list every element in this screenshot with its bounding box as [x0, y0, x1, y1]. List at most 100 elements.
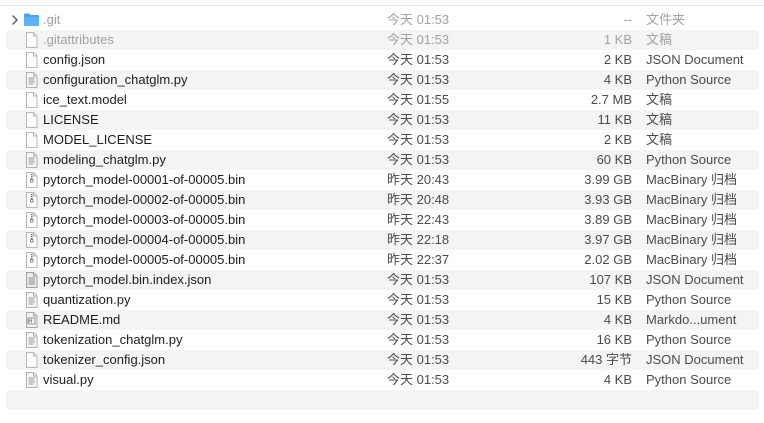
binary-icon: [23, 212, 40, 228]
file-list: .git 今天 01:53 -- 文件夹 .gitattributes 今天 0…: [0, 10, 764, 410]
file-row[interactable]: .git 今天 01:53 -- 文件夹: [6, 10, 759, 30]
file-row[interactable]: configuration_chatglm.py 今天 01:53 4 KB P…: [6, 70, 759, 90]
file-name: tokenization_chatglm.py: [43, 332, 183, 347]
file-name: pytorch_model-00001-of-00005.bin: [43, 172, 246, 187]
file-name: .git: [43, 12, 61, 27]
file-row[interactable]: LICENSE 今天 01:53 11 KB 文稿: [6, 110, 759, 130]
file-row[interactable]: ice_text.model 今天 01:55 2.7 MB 文稿: [6, 90, 759, 110]
file-date-modified: 昨天 22:43: [387, 212, 450, 227]
file-date-modified: 今天 01:53: [387, 312, 450, 327]
file-date-modified: 今天 01:53: [387, 72, 450, 87]
file-name: ice_text.model: [43, 92, 127, 107]
file-row[interactable]: MODEL_LICENSE 今天 01:53 2 KB 文稿: [6, 130, 759, 150]
file-date-modified: 今天 01:53: [387, 32, 450, 47]
file-name: .gitattributes: [43, 32, 114, 47]
file-date-modified: 今天 01:53: [387, 352, 450, 367]
file-size: 3.97 GB: [584, 232, 632, 247]
file-kind: MacBinary 归档: [646, 232, 738, 247]
file-name: pytorch_model-00004-of-00005.bin: [43, 232, 246, 247]
file-size: 4 KB: [603, 312, 632, 327]
file-size: 4 KB: [603, 72, 632, 87]
file-date-modified: 今天 01:53: [387, 152, 450, 167]
file-name: pytorch_model.bin.index.json: [43, 272, 212, 287]
file-size: 1 KB: [603, 32, 632, 47]
file-date-modified: 昨天 20:43: [387, 172, 450, 187]
file-kind: 文稿: [646, 32, 673, 47]
file-kind: Python Source: [646, 372, 732, 387]
window-top-edge: [0, 0, 764, 6]
file-size: 2 KB: [603, 52, 632, 67]
empty-list-row: [6, 390, 759, 410]
file-size: 3.89 GB: [584, 212, 632, 227]
binary-icon: [23, 172, 40, 188]
file-size: 16 KB: [596, 332, 632, 347]
disclosure-chevron-icon[interactable]: [9, 10, 21, 30]
file-kind: MacBinary 归档: [646, 172, 738, 187]
file-row[interactable]: .gitattributes 今天 01:53 1 KB 文稿: [6, 30, 759, 50]
document-icon: [23, 112, 40, 128]
file-row[interactable]: tokenization_chatglm.py 今天 01:53 16 KB P…: [6, 330, 759, 350]
file-date-modified: 今天 01:55: [387, 92, 450, 107]
file-row[interactable]: config.json 今天 01:53 2 KB JSON Document: [6, 50, 759, 70]
file-kind: 文稿: [646, 112, 673, 127]
file-kind: JSON Document: [646, 272, 744, 287]
file-row[interactable]: pytorch_model-00005-of-00005.bin 昨天 22:3…: [6, 250, 759, 270]
file-size: 2.02 GB: [584, 252, 632, 267]
file-size: 107 KB: [589, 272, 632, 287]
file-date-modified: 今天 01:53: [387, 12, 450, 27]
document-icon: [23, 92, 40, 108]
script-icon: [23, 292, 40, 308]
file-date-modified: 今天 01:53: [387, 372, 450, 387]
file-name: visual.py: [43, 372, 94, 387]
file-date-modified: 今天 01:53: [387, 292, 450, 307]
file-row[interactable]: pytorch_model.bin.index.json 今天 01:53 10…: [6, 270, 759, 290]
script-icon: [23, 72, 40, 88]
file-kind: Python Source: [646, 152, 732, 167]
file-row[interactable]: pytorch_model-00001-of-00005.bin 昨天 20:4…: [6, 170, 759, 190]
json-icon: [23, 272, 40, 288]
document-icon: [23, 52, 40, 68]
file-kind: Markdo...ument: [646, 312, 737, 327]
file-date-modified: 今天 01:53: [387, 332, 450, 347]
file-name: pytorch_model-00002-of-00005.bin: [43, 192, 246, 207]
file-row[interactable]: pytorch_model-00004-of-00005.bin 昨天 22:1…: [6, 230, 759, 250]
file-name: pytorch_model-00005-of-00005.bin: [43, 252, 246, 267]
file-kind: Python Source: [646, 292, 732, 307]
file-date-modified: 今天 01:53: [387, 132, 450, 147]
file-row[interactable]: pytorch_model-00002-of-00005.bin 昨天 20:4…: [6, 190, 759, 210]
folder-icon: [23, 12, 40, 28]
binary-icon: [23, 252, 40, 268]
file-kind: MacBinary 归档: [646, 192, 738, 207]
file-name: MODEL_LICENSE: [43, 132, 153, 147]
file-size: 3.93 GB: [584, 192, 632, 207]
file-date-modified: 今天 01:53: [387, 52, 450, 67]
file-kind: 文件夹: [646, 12, 686, 27]
file-name: pytorch_model-00003-of-00005.bin: [43, 212, 246, 227]
file-kind: MacBinary 归档: [646, 252, 738, 267]
document-icon: [23, 32, 40, 48]
file-row[interactable]: visual.py 今天 01:53 4 KB Python Source: [6, 370, 759, 390]
file-size: 11 KB: [597, 112, 632, 127]
file-date-modified: 今天 01:53: [387, 112, 450, 127]
file-kind: 文稿: [646, 92, 673, 107]
binary-icon: [23, 232, 40, 248]
file-row[interactable]: README.md 今天 01:53 4 KB Markdo...ument: [6, 310, 759, 330]
file-kind: JSON Document: [646, 352, 744, 367]
script-icon: [23, 332, 40, 348]
document-icon: [23, 352, 40, 368]
file-date-modified: 昨天 22:37: [387, 252, 450, 267]
file-row[interactable]: pytorch_model-00003-of-00005.bin 昨天 22:4…: [6, 210, 759, 230]
file-name: modeling_chatglm.py: [43, 152, 166, 167]
file-name: quantization.py: [43, 292, 131, 307]
markdown-icon: [23, 312, 40, 328]
file-row[interactable]: quantization.py 今天 01:53 15 KB Python So…: [6, 290, 759, 310]
file-date-modified: 今天 01:53: [387, 272, 450, 287]
file-date-modified: 昨天 22:18: [387, 232, 450, 247]
file-date-modified: 昨天 20:48: [387, 192, 450, 207]
script-icon: [23, 372, 40, 388]
file-row[interactable]: modeling_chatglm.py 今天 01:53 60 KB Pytho…: [6, 150, 759, 170]
file-name: tokenizer_config.json: [43, 352, 166, 367]
file-name: README.md: [43, 312, 121, 327]
file-row[interactable]: tokenizer_config.json 今天 01:53 443 字节 JS…: [6, 350, 759, 370]
file-size: 60 KB: [596, 152, 632, 167]
